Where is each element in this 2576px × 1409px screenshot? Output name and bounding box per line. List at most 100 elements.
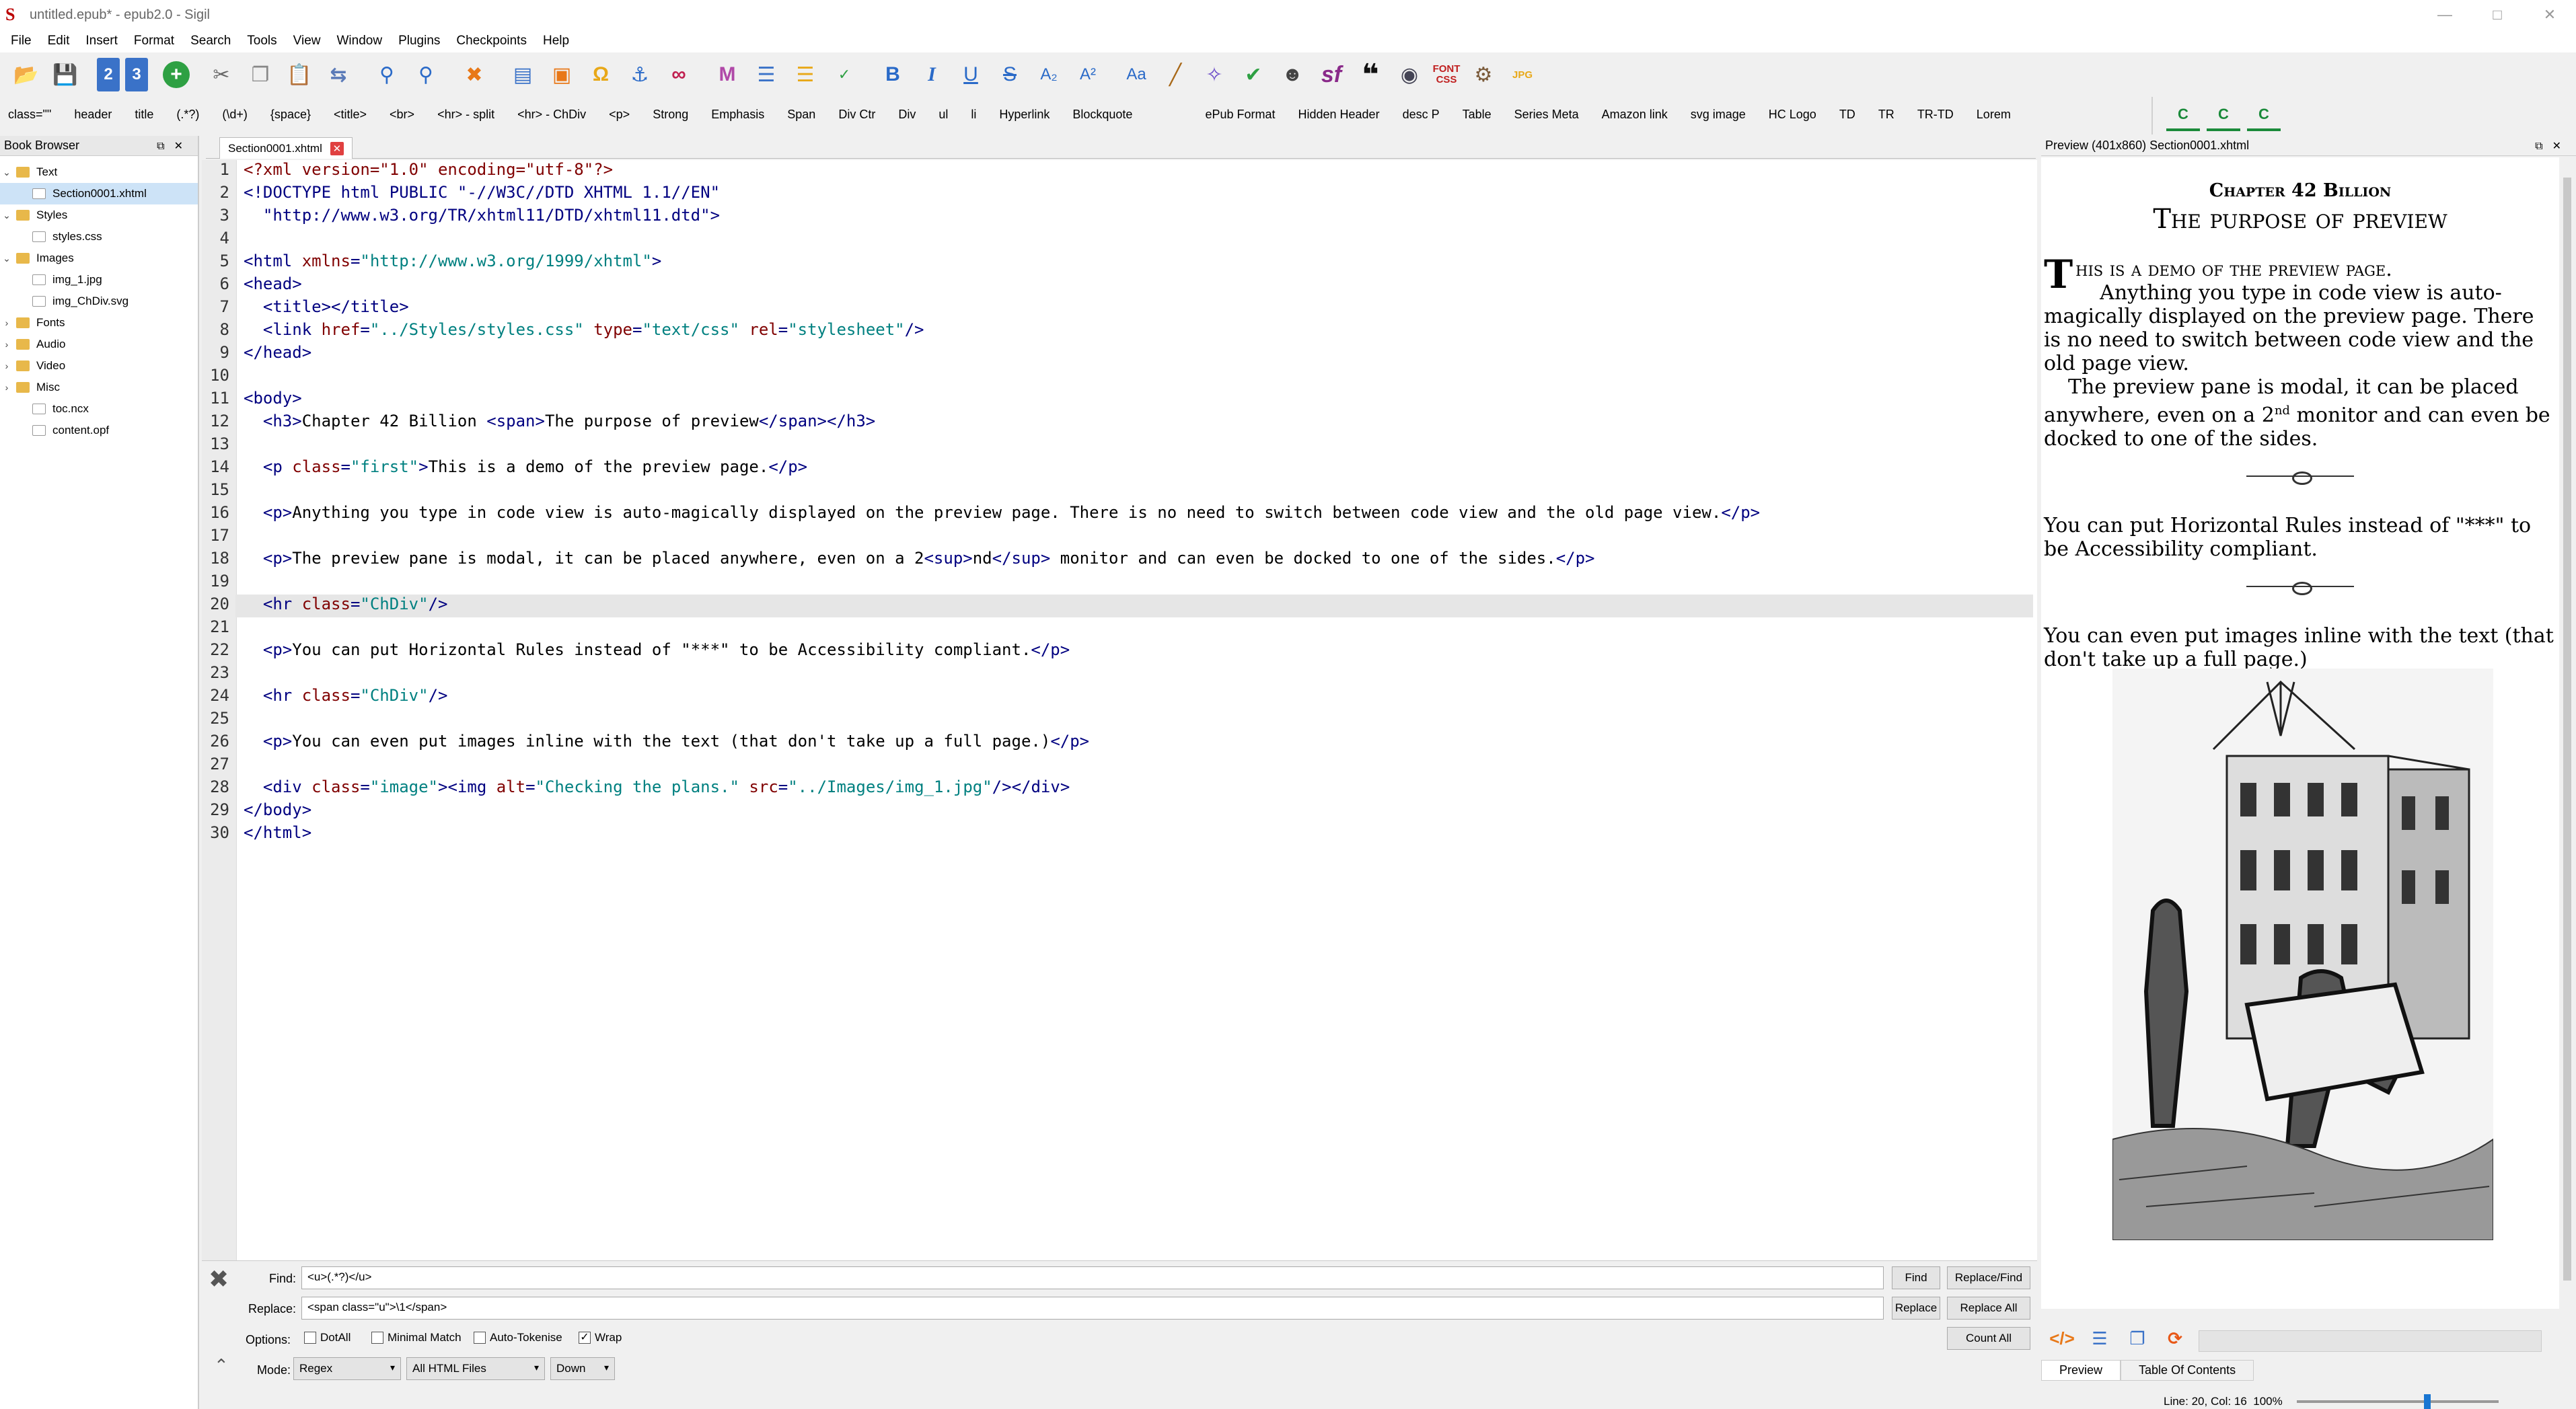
refresh-icon[interactable]: ⟳	[2160, 1325, 2191, 1352]
inspect-list-icon[interactable]: ☰	[2084, 1325, 2115, 1352]
tree-item[interactable]: ⌄ Text	[0, 161, 198, 183]
sf-icon[interactable]: sf	[1315, 58, 1348, 91]
expand-arrow-icon[interactable]: ›	[0, 360, 13, 371]
clip-item[interactable]: Strong	[653, 108, 688, 122]
clip-item[interactable]: TD	[1839, 108, 1855, 122]
code-lines[interactable]: <?xml version="1.0" encoding="utf-8"?> <!…	[235, 160, 2033, 846]
count-all-button[interactable]: Count All	[1947, 1327, 2030, 1350]
code-line[interactable]: <!DOCTYPE html PUBLIC "-//W3C//DTD XHTML…	[244, 183, 2033, 206]
tree-item[interactable]: › Misc	[0, 377, 198, 398]
menu-checkpoints[interactable]: Checkpoints	[449, 34, 536, 48]
scope-select[interactable]: All HTML Files	[406, 1357, 545, 1380]
section-3-icon[interactable]: 3	[125, 58, 148, 91]
plugin-icon[interactable]: ⚙	[1467, 58, 1500, 91]
code-line[interactable]: <p>You can even put images inline with t…	[244, 732, 2033, 755]
menu-file[interactable]: File	[4, 34, 41, 48]
code-tag-icon[interactable]: </>	[2047, 1325, 2077, 1352]
underline-icon[interactable]: U	[954, 58, 988, 91]
option-minimal-match[interactable]: Minimal Match	[371, 1331, 462, 1344]
menu-insert[interactable]: Insert	[79, 34, 127, 48]
clip-tool-icon[interactable]: C	[2247, 100, 2281, 131]
zoom-slider[interactable]	[2297, 1394, 2499, 1409]
clip-item[interactable]: Hyperlink	[999, 108, 1050, 122]
clip-item[interactable]: <hr> - ChDiv	[517, 108, 586, 122]
clip-item[interactable]: <title>	[334, 108, 367, 122]
quote-icon[interactable]: ❝	[1354, 58, 1387, 91]
inspector-field[interactable]	[2199, 1330, 2542, 1352]
find-next-icon[interactable]: ⚲	[409, 58, 443, 91]
checkbox[interactable]: ✓	[579, 1332, 591, 1344]
mode-select[interactable]: Regex	[293, 1357, 401, 1380]
clip-item[interactable]: desc P	[1403, 108, 1440, 122]
code-line[interactable]	[244, 709, 2033, 732]
clip-item[interactable]: class=""	[8, 108, 51, 122]
code-line[interactable]: <body>	[244, 389, 2033, 412]
clip-item[interactable]: Emphasis	[711, 108, 764, 122]
find-input[interactable]: <u>(.*?)</u>	[301, 1266, 1884, 1289]
checkbox[interactable]	[304, 1332, 316, 1344]
code-line[interactable]	[244, 229, 2033, 252]
bold-icon[interactable]: B	[876, 58, 910, 91]
find-button[interactable]: Find	[1892, 1266, 1940, 1289]
split-icon[interactable]: ⇆	[322, 58, 355, 91]
preview-scrollbar[interactable]	[2559, 157, 2576, 1309]
menu-format[interactable]: Format	[127, 34, 184, 48]
menu-window[interactable]: Window	[330, 34, 392, 48]
globe-icon[interactable]: ◉	[1393, 58, 1426, 91]
clip-item[interactable]: Amazon link	[1602, 108, 1668, 122]
close-window-button[interactable]: ✕	[2524, 0, 2576, 30]
clip-item[interactable]: header	[74, 108, 112, 122]
code-line[interactable]: <p class="first">This is a demo of the p…	[244, 457, 2033, 480]
expand-arrow-icon[interactable]: ⌄	[0, 210, 13, 221]
tree-item[interactable]: ⌄ Images	[0, 247, 198, 269]
font-css-icon[interactable]: FONT CSS	[1432, 58, 1461, 91]
paste-icon[interactable]: 📋	[283, 58, 316, 91]
epub-check-icon[interactable]: ☻	[1276, 58, 1309, 91]
checkbox[interactable]	[371, 1332, 383, 1344]
code-line[interactable]: </body>	[244, 800, 2033, 823]
code-line[interactable]: <div class="image"><img alt="Checking th…	[244, 777, 2033, 800]
menu-plugins[interactable]: Plugins	[392, 34, 449, 48]
clip-item[interactable]: ePub Format	[1205, 108, 1275, 122]
subscript-icon[interactable]: A₂	[1032, 58, 1066, 91]
clip-item[interactable]: {space}	[270, 108, 311, 122]
expand-arrow-icon[interactable]: ›	[0, 339, 13, 350]
clip-item[interactable]: svg image	[1691, 108, 1746, 122]
preview-page[interactable]: Chapter 42 Billion The purpose of previe…	[2041, 157, 2559, 1309]
tree-item[interactable]: content.opf	[0, 420, 198, 441]
pane-float-close-icons[interactable]: ⧉✕	[157, 139, 192, 153]
close-tab-icon[interactable]: ✕	[330, 141, 344, 155]
code-line[interactable]: <title></title>	[244, 297, 2033, 320]
tab-section0001[interactable]: Section0001.xhtml ✕	[219, 137, 353, 159]
find-icon[interactable]: ⚲	[370, 58, 404, 91]
code-line[interactable]: <p>Anything you type in code view is aut…	[244, 503, 2033, 526]
menu-view[interactable]: View	[287, 34, 330, 48]
code-line[interactable]	[244, 755, 2033, 777]
open-folder-icon[interactable]: 📂	[9, 58, 43, 91]
clip-item[interactable]: TR	[1878, 108, 1894, 122]
link-icon[interactable]: ∞	[662, 58, 696, 91]
clip-item[interactable]: Series Meta	[1514, 108, 1579, 122]
check-icon[interactable]: ✔	[1237, 58, 1270, 91]
clip-item[interactable]: <br>	[390, 108, 414, 122]
pane-float-close-icons[interactable]: ⧉✕	[2535, 139, 2571, 153]
code-line[interactable]	[244, 366, 2033, 389]
menu-tools[interactable]: Tools	[240, 34, 286, 48]
copy-icon[interactable]: ❐	[244, 58, 277, 91]
menu-edit[interactable]: Edit	[41, 34, 79, 48]
replace-input[interactable]: <span class="u">\1</span>	[301, 1297, 1884, 1320]
clip-item[interactable]: TR-TD	[1917, 108, 1954, 122]
broom-icon[interactable]: ╱	[1158, 58, 1192, 91]
code-line[interactable]	[244, 572, 2033, 595]
cut-icon[interactable]: ✂	[205, 58, 238, 91]
special-char-icon[interactable]: Ω	[584, 58, 618, 91]
minimize-button[interactable]: —	[2419, 0, 2471, 30]
superscript-icon[interactable]: A²	[1071, 58, 1105, 91]
validate-wand-icon[interactable]: ✧	[1198, 58, 1231, 91]
option-wrap[interactable]: ✓ Wrap	[579, 1331, 622, 1344]
code-line[interactable]: <head>	[244, 274, 2033, 297]
strikethrough-icon[interactable]: S	[993, 58, 1027, 91]
code-editor[interactable]: 1 2 3 4 5 6 7 8 9 10 11 12 13 14 15 16 17 18 19 20 21 22 23 24 2…	[202, 160, 2037, 1260]
insert-image-icon[interactable]: ▣	[545, 58, 579, 91]
code-line[interactable]: <p>You can put Horizontal Rules instead …	[244, 640, 2033, 663]
